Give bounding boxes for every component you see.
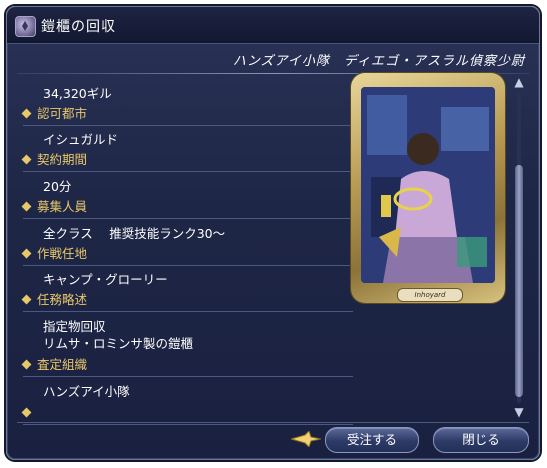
row-divider [23, 125, 353, 126]
row-divider [23, 424, 353, 425]
title-bar[interactable]: 鎧櫃の回収 [7, 7, 539, 44]
field-label-row: 契約期間 [21, 151, 353, 172]
field-label-row: 作戦任地 [21, 245, 353, 266]
levequest-window: 鎧櫃の回収 ハンズアイ小隊 ディエゴ・アスラル偵察少尉 34,320ギル 認可都… [6, 6, 540, 460]
row-divider [23, 265, 353, 266]
card-illustration [361, 87, 495, 283]
close-button[interactable]: 閉じる [433, 427, 529, 453]
summary-value: 指定物回収 リムサ・ロミンサ製の鎧櫃 [43, 319, 194, 351]
field-label-row: 募集人員 [21, 198, 353, 219]
scroll-down-icon[interactable]: ▼ [512, 405, 526, 419]
row-divider [23, 171, 353, 172]
duration-value: 20分 [43, 179, 72, 194]
levequest-icon [15, 16, 36, 37]
diamond-icon [21, 154, 32, 165]
city-value: イシュガルド [43, 132, 119, 147]
field-label-row: 査定組織 [21, 356, 353, 377]
row-divider [23, 218, 353, 219]
card-caption: Inhoyard [397, 288, 463, 302]
field-label-row [21, 404, 353, 425]
field-label: 認可都市 [37, 106, 88, 121]
field-label: 作戦任地 [37, 246, 88, 261]
levequest-card: Inhoyard [351, 73, 505, 303]
field-label-row: 任務略述 [21, 291, 353, 312]
diamond-icon [21, 248, 32, 259]
scroll-thumb[interactable] [515, 165, 523, 397]
diamond-icon [21, 201, 32, 212]
field-label: 募集人員 [37, 199, 88, 214]
diamond-icon [21, 407, 32, 418]
row-divider [23, 376, 353, 377]
location-value: キャンプ・グローリー [43, 272, 168, 287]
diamond-icon [21, 294, 32, 305]
reward-value: 34,320ギル [43, 86, 112, 101]
client-name: ハンズアイ小隊 ディエゴ・アスラル偵察少尉 [232, 54, 525, 69]
window-title: 鎧櫃の回収 [41, 19, 116, 35]
diamond-icon [21, 359, 32, 370]
field-label-row: 認可都市 [21, 105, 353, 126]
footer-divider [17, 422, 529, 423]
members-value: 全クラス 推奨技能ランク30～ [43, 226, 226, 241]
scroll-up-icon[interactable]: ▲ [512, 75, 526, 89]
scrollbar[interactable]: ▲ ▼ [512, 75, 526, 420]
accept-button[interactable]: 受注する [325, 427, 419, 453]
hand-pointer-icon [289, 430, 322, 451]
evaluator-value: ハンズアイ小隊 [43, 384, 130, 399]
field-label: 査定組織 [37, 357, 88, 372]
field-label: 任務略述 [37, 292, 88, 307]
row-divider [23, 311, 353, 312]
diamond-icon [21, 108, 32, 119]
field-label: 契約期間 [37, 152, 88, 167]
